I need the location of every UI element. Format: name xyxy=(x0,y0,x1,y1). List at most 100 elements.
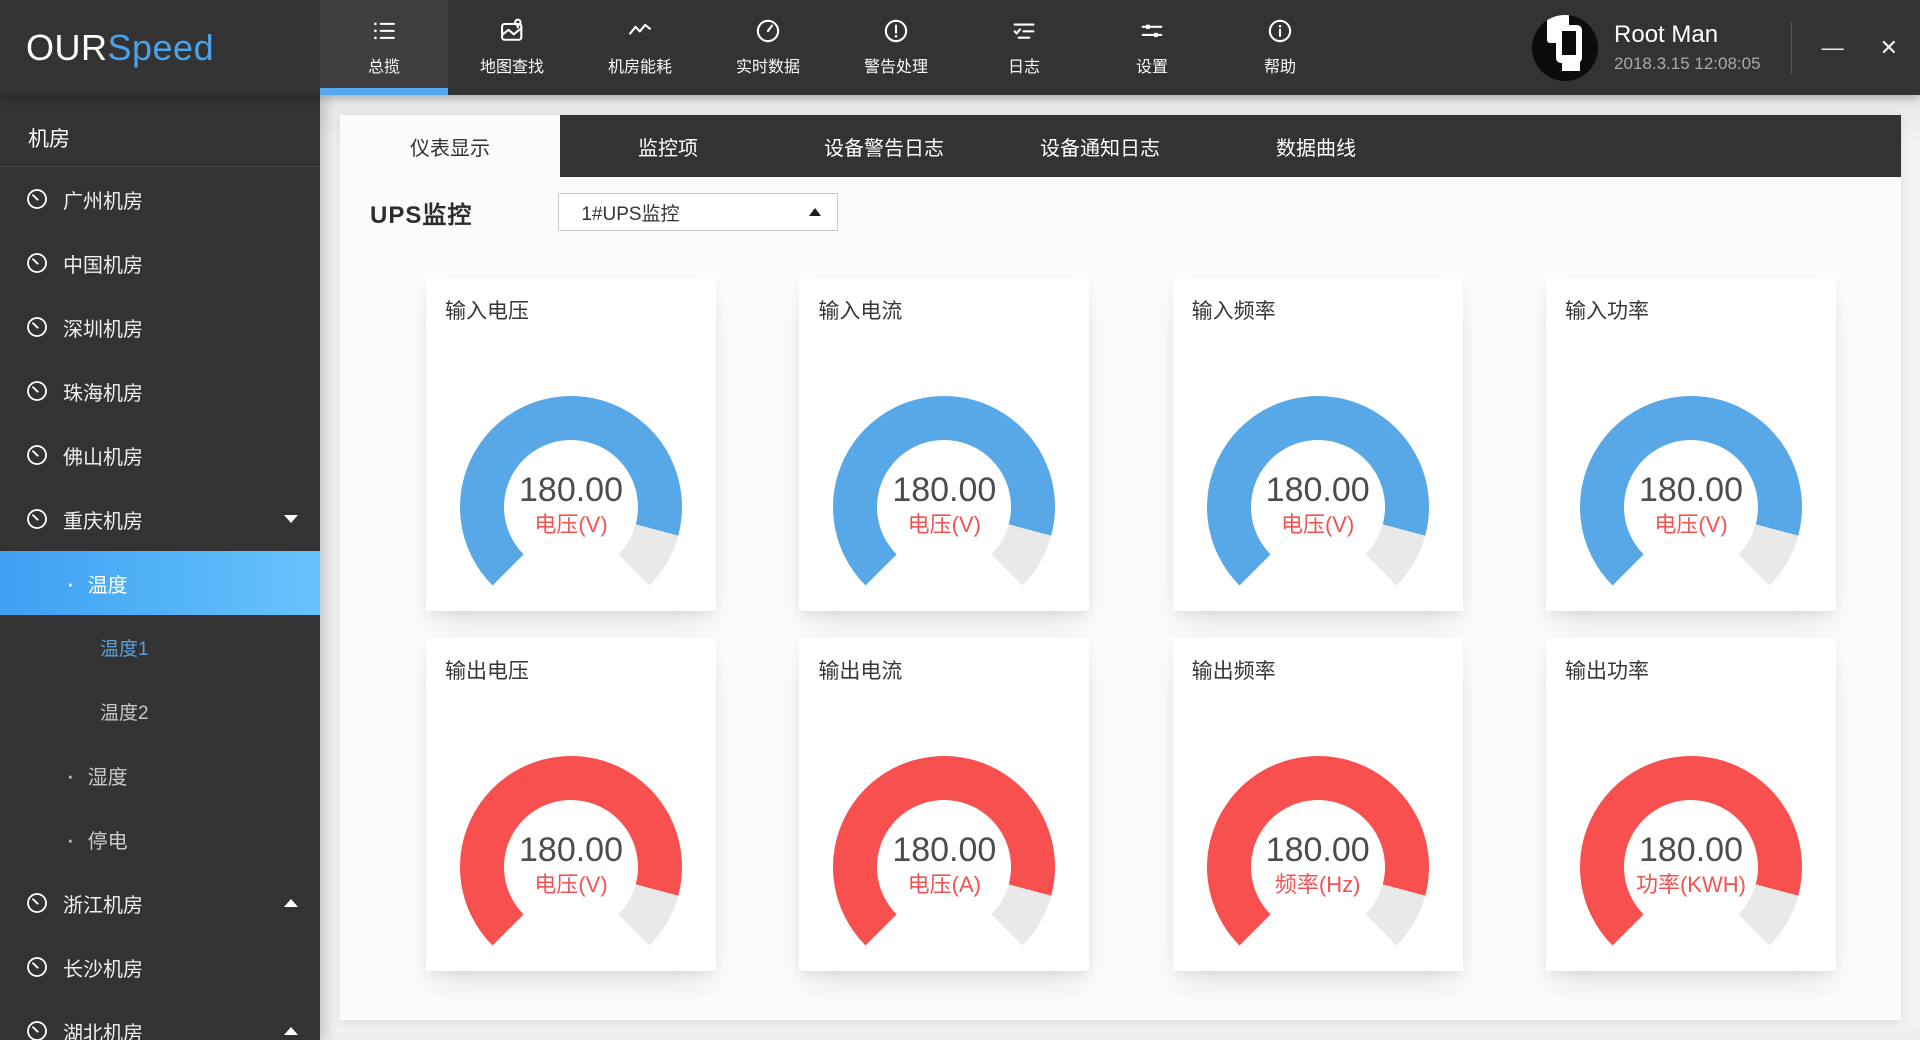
tab-bar-dark-section: 监控项设备警告日志设备通知日志数据曲线 xyxy=(560,115,1901,177)
sidebar-title: 机房 xyxy=(0,95,320,167)
sidebar-item[interactable]: 温度1 xyxy=(0,615,320,679)
gauge-card-title: 输出功率 xyxy=(1546,638,1836,685)
nav-item[interactable]: 帮助 xyxy=(1216,0,1344,95)
gauge-card: 输入电流 180.00电压(V) xyxy=(799,278,1089,611)
current-datetime: 2018.3.15 12:08:05 xyxy=(1614,54,1761,74)
app-logo: OURSpeed xyxy=(0,0,320,95)
gauge-unit-label: 电压(V) xyxy=(1205,507,1431,539)
user-area: Root Man 2018.3.15 12:08:05 — ✕ xyxy=(1532,0,1920,95)
gauge-icon xyxy=(25,891,49,915)
gauge-value: 180.00 xyxy=(1578,471,1804,510)
user-avatar[interactable] xyxy=(1532,15,1598,81)
sidebar-item[interactable]: 湖北机房 xyxy=(0,999,320,1040)
sidebar-item[interactable]: ·停电 xyxy=(0,807,320,871)
sidebar-item-label: 湿度 xyxy=(88,761,128,790)
gauge-unit-label: 频率(Hz) xyxy=(1205,867,1431,899)
sidebar-item[interactable]: 温度2 xyxy=(0,679,320,743)
gauge-card: 输出电流 180.00电压(A) xyxy=(799,638,1089,971)
gauge-card-title: 输出频率 xyxy=(1173,638,1463,685)
gauge-chart: 180.00电压(A) xyxy=(831,755,1057,963)
sidebar-item-label: 广州机房 xyxy=(63,185,143,214)
nav-item[interactable]: 总揽 xyxy=(320,0,448,95)
sidebar-item[interactable]: 广州机房 xyxy=(0,167,320,231)
gauge-unit-label: 电压(V) xyxy=(458,507,684,539)
main-area: 仪表显示监控项设备警告日志设备通知日志数据曲线 UPS监控 1#UPS监控 输入… xyxy=(320,95,1920,1040)
caret-down-icon xyxy=(284,515,298,523)
tab-item[interactable]: 设备通知日志 xyxy=(992,115,1208,177)
nav-item[interactable]: 实时数据 xyxy=(704,0,832,95)
gauge-card: 输出频率 180.00频率(Hz) xyxy=(1173,638,1463,971)
nav-item-label: 设置 xyxy=(1136,53,1168,77)
nav-item[interactable]: 地图查找 xyxy=(448,0,576,95)
gauge-icon xyxy=(25,315,49,339)
bullet-marker: · xyxy=(66,762,75,788)
tab-active[interactable]: 仪表显示 xyxy=(340,115,560,177)
window-controls: — ✕ xyxy=(1822,37,1898,59)
gauge-card-title: 输入电流 xyxy=(799,278,1089,325)
ups-monitor-label: UPS监控 xyxy=(370,195,472,230)
sidebar-room-list: 广州机房中国机房深圳机房珠海机房佛山机房重庆机房·温度温度1 温度2 · 湿度 ·停电浙… xyxy=(0,167,320,1040)
tab-item[interactable]: 设备警告日志 xyxy=(776,115,992,177)
close-button[interactable]: ✕ xyxy=(1880,37,1898,59)
ups-select-value: 1#UPS监控 xyxy=(581,199,679,226)
overview-list-icon xyxy=(370,17,398,45)
sidebar-item-label: 温度1 xyxy=(100,634,149,661)
sidebar-item-label: 深圳机房 xyxy=(63,313,143,342)
gauge-value: 180.00 xyxy=(831,831,1057,870)
ups-select-dropdown[interactable]: 1#UPS监控 xyxy=(558,193,838,231)
gauge-card-title: 输出电压 xyxy=(426,638,716,685)
user-name: Root Man xyxy=(1614,21,1761,49)
nav-item-label: 机房能耗 xyxy=(608,53,672,77)
gauge-card: 输入频率 180.00电压(V) xyxy=(1173,278,1463,611)
gauge-unit-label: 电压(V) xyxy=(831,507,1057,539)
gauge-chart: 180.00电压(V) xyxy=(1578,395,1804,603)
gauge-value: 180.00 xyxy=(831,471,1057,510)
gauge-icon xyxy=(25,507,49,531)
sidebar-item[interactable]: 佛山机房 xyxy=(0,423,320,487)
sidebar-item[interactable]: 长沙机房 xyxy=(0,935,320,999)
caret-up-icon xyxy=(284,1027,298,1035)
sidebar-item[interactable]: · 湿度 xyxy=(0,743,320,807)
sidebar-item-label: 温度2 xyxy=(100,698,149,725)
gauge-chart: 180.00频率(Hz) xyxy=(1205,755,1431,963)
logo-text-speed: Speed xyxy=(108,27,215,69)
gauge-card: 输入电压180.00电压(V) xyxy=(426,278,716,611)
ups-monitor-row: UPS监控 1#UPS监控 xyxy=(340,193,1901,231)
tab-item[interactable]: 数据曲线 xyxy=(1208,115,1424,177)
sidebar-item[interactable]: ·温度 xyxy=(0,551,320,615)
sidebar-item[interactable]: 浙江机房 xyxy=(0,871,320,935)
sidebar-item[interactable]: 重庆机房 xyxy=(0,487,320,551)
gauge-icon xyxy=(25,443,49,467)
sidebar-item[interactable]: 珠海机房 xyxy=(0,359,320,423)
minimize-button[interactable]: — xyxy=(1822,37,1844,59)
nav-item[interactable]: 日志 xyxy=(960,0,1088,95)
sidebar-item-label: 珠海机房 xyxy=(63,377,143,406)
sidebar-item[interactable]: 深圳机房 xyxy=(0,295,320,359)
gauge-chart: 180.00电压(V) xyxy=(458,755,684,963)
map-search-icon xyxy=(498,17,526,45)
gauge-value: 180.00 xyxy=(1205,471,1431,510)
sidebar-item-label: 中国机房 xyxy=(63,249,143,278)
tab-item[interactable]: 监控项 xyxy=(560,115,776,177)
gauge-chart: 180.00电压(V) xyxy=(831,395,1057,603)
nav-item-label: 地图查找 xyxy=(480,53,544,77)
gauge-value: 180.00 xyxy=(458,471,684,510)
nav-item[interactable]: 设置 xyxy=(1088,0,1216,95)
gauge-card: 输出功率180.00功率(KWH) xyxy=(1546,638,1836,971)
nav-item[interactable]: 警告处理 xyxy=(832,0,960,95)
gauge-chart: 180.00电压(V) xyxy=(1205,395,1431,603)
gauge-card-title: 输出电流 xyxy=(799,638,1089,685)
user-info: Root Man 2018.3.15 12:08:05 xyxy=(1614,21,1761,74)
content-panel: 仪表显示监控项设备警告日志设备通知日志数据曲线 UPS监控 1#UPS监控 输入… xyxy=(340,115,1901,1020)
gauge-unit-label: 电压(V) xyxy=(1578,507,1804,539)
nav-item[interactable]: 机房能耗 xyxy=(576,0,704,95)
sidebar-item-label: 浙江机房 xyxy=(63,889,143,918)
gauge-icon xyxy=(25,379,49,403)
active-nav-indicator xyxy=(320,88,448,95)
bullet-marker: · xyxy=(66,570,75,596)
bullet-marker: · xyxy=(66,826,75,852)
help-info-icon xyxy=(1266,17,1294,45)
sidebar-item-label: 长沙机房 xyxy=(63,953,143,982)
sidebar-item[interactable]: 中国机房 xyxy=(0,231,320,295)
gauge-card-title: 输入频率 xyxy=(1173,278,1463,325)
